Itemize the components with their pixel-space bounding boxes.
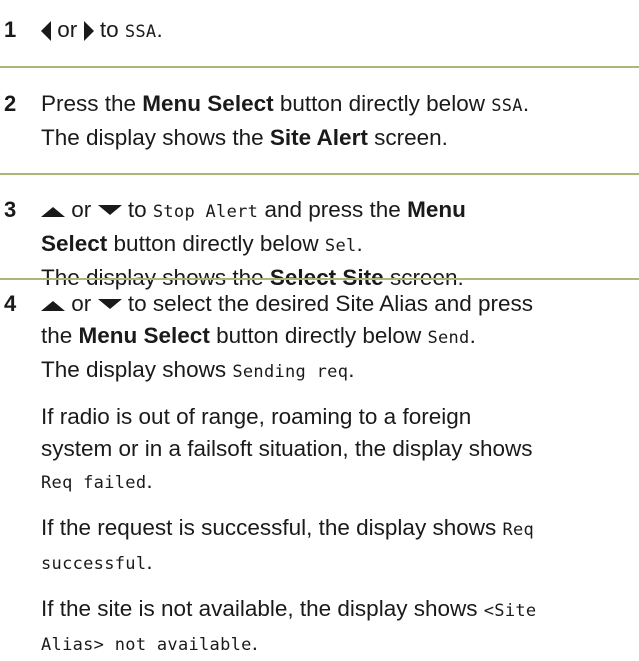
paragraph-line: If the request is successful, the displa… [41, 512, 639, 546]
period: . [251, 630, 258, 655]
button-name: Select [41, 231, 108, 256]
button-name: Menu [407, 197, 466, 222]
divider [0, 66, 639, 68]
up-arrow-icon [41, 207, 65, 218]
period: . [146, 468, 153, 493]
step-line: or to SSA. [41, 14, 639, 48]
paragraph-line: Alias> not available. [41, 627, 639, 661]
screen-name: Site Alert [269, 125, 368, 150]
text: the [41, 323, 79, 348]
step-number: 1 [4, 17, 17, 42]
period: . [522, 91, 530, 116]
or-text: or [71, 197, 92, 222]
text: and press the [264, 197, 401, 222]
up-arrow-icon [41, 301, 65, 312]
left-arrow-icon [41, 21, 51, 42]
or-text: or [57, 17, 78, 42]
step-line: The display shows the Site Alert screen. [41, 122, 639, 154]
step-line: or to select the desired Site Alias and … [41, 288, 639, 320]
step-body: or to select the desired Site Alias and … [41, 288, 639, 661]
period: . [156, 17, 163, 42]
period: . [348, 357, 355, 382]
display-text-site: <Site [483, 601, 537, 621]
divider [0, 173, 639, 175]
right-arrow-icon [83, 21, 94, 42]
display-text-ssa: SSA [124, 22, 157, 42]
paragraph-not-available: If the site is not available, the displa… [41, 593, 639, 661]
display-text-send: Send [427, 328, 470, 348]
paragraph-line: If radio is out of range, roaming to a f… [41, 404, 472, 429]
text: button directly below [209, 323, 428, 348]
down-arrow-icon [97, 205, 122, 216]
display-text-stop-alert: Stop Alert [152, 202, 259, 222]
to-text: to [127, 197, 147, 222]
text: The display shows [41, 357, 233, 382]
step-line: Press the Menu Select button directly be… [41, 88, 639, 122]
paragraph-line: system or in a failsoft situation, the d… [41, 436, 533, 461]
divider [0, 278, 639, 280]
to-text: to [99, 17, 119, 42]
text: button directly below [107, 231, 325, 256]
period: . [356, 231, 363, 256]
period: . [146, 549, 153, 574]
display-text-req-failed: Req failed [41, 473, 147, 493]
text: If the request is successful, the displa… [41, 515, 503, 540]
text: Press the [41, 91, 143, 116]
paragraph-out-of-range: If radio is out of range, roaming to a f… [41, 401, 639, 499]
paragraph-successful: If the request is successful, the displa… [41, 512, 639, 580]
text: The display shows the [41, 125, 270, 150]
text: If the site is not available, the displa… [41, 596, 484, 621]
paragraph-line: Req failed. [41, 465, 639, 499]
step-line: Select button directly below Sel. [41, 228, 639, 262]
button-name: Menu Select [142, 91, 274, 116]
display-text-sel: Sel [324, 236, 357, 256]
step-body: or to SSA. [41, 14, 639, 48]
paragraph-line: If the site is not available, the displa… [41, 593, 639, 627]
button-name: Menu Select [78, 323, 210, 348]
step-number: 2 [4, 91, 17, 116]
or-text: or [71, 291, 92, 316]
down-arrow-icon [97, 299, 122, 310]
step-line: or to Stop Alert and press the Menu [41, 194, 639, 228]
paragraph-line: successful. [41, 546, 639, 580]
step-line: The display shows Sending req. [41, 354, 639, 388]
step-body: Press the Menu Select button directly be… [41, 88, 639, 154]
display-text-alias-not-available: Alias> not available [41, 635, 252, 655]
period: . [469, 323, 476, 348]
text: button directly below [273, 91, 492, 116]
text: to select the desired Site Alias and pre… [127, 291, 534, 316]
display-text-successful: successful [41, 554, 147, 574]
text: screen. [367, 125, 448, 150]
step-line: the Menu Select button directly below Se… [41, 320, 639, 354]
step-number: 3 [4, 197, 17, 222]
display-text-sending-req: Sending req [232, 362, 349, 382]
display-text-ssa: SSA [491, 96, 523, 116]
step-number: 4 [4, 291, 17, 316]
display-text-req: Req [502, 520, 535, 540]
